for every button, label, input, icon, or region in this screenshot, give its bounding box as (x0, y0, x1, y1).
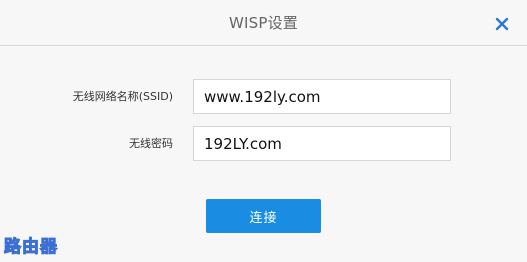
watermark-logo: 路由器 (4, 237, 58, 258)
ssid-input[interactable] (193, 79, 451, 114)
dialog-titlebar: WISP设置 (0, 0, 527, 46)
connect-button[interactable]: 连接 (206, 199, 321, 233)
ssid-label: 无线网络名称(SSID) (72, 90, 173, 103)
wisp-settings-dialog: WISP设置 无线网络名称(SSID) 无线密码 连接 路由器 (0, 0, 527, 262)
close-icon[interactable] (494, 16, 510, 32)
dialog-title: WISP设置 (228, 14, 299, 32)
ssid-row: 无线网络名称(SSID) (0, 79, 527, 115)
password-label: 无线密码 (129, 137, 173, 150)
password-row: 无线密码 (0, 126, 527, 162)
password-input[interactable] (193, 126, 451, 161)
